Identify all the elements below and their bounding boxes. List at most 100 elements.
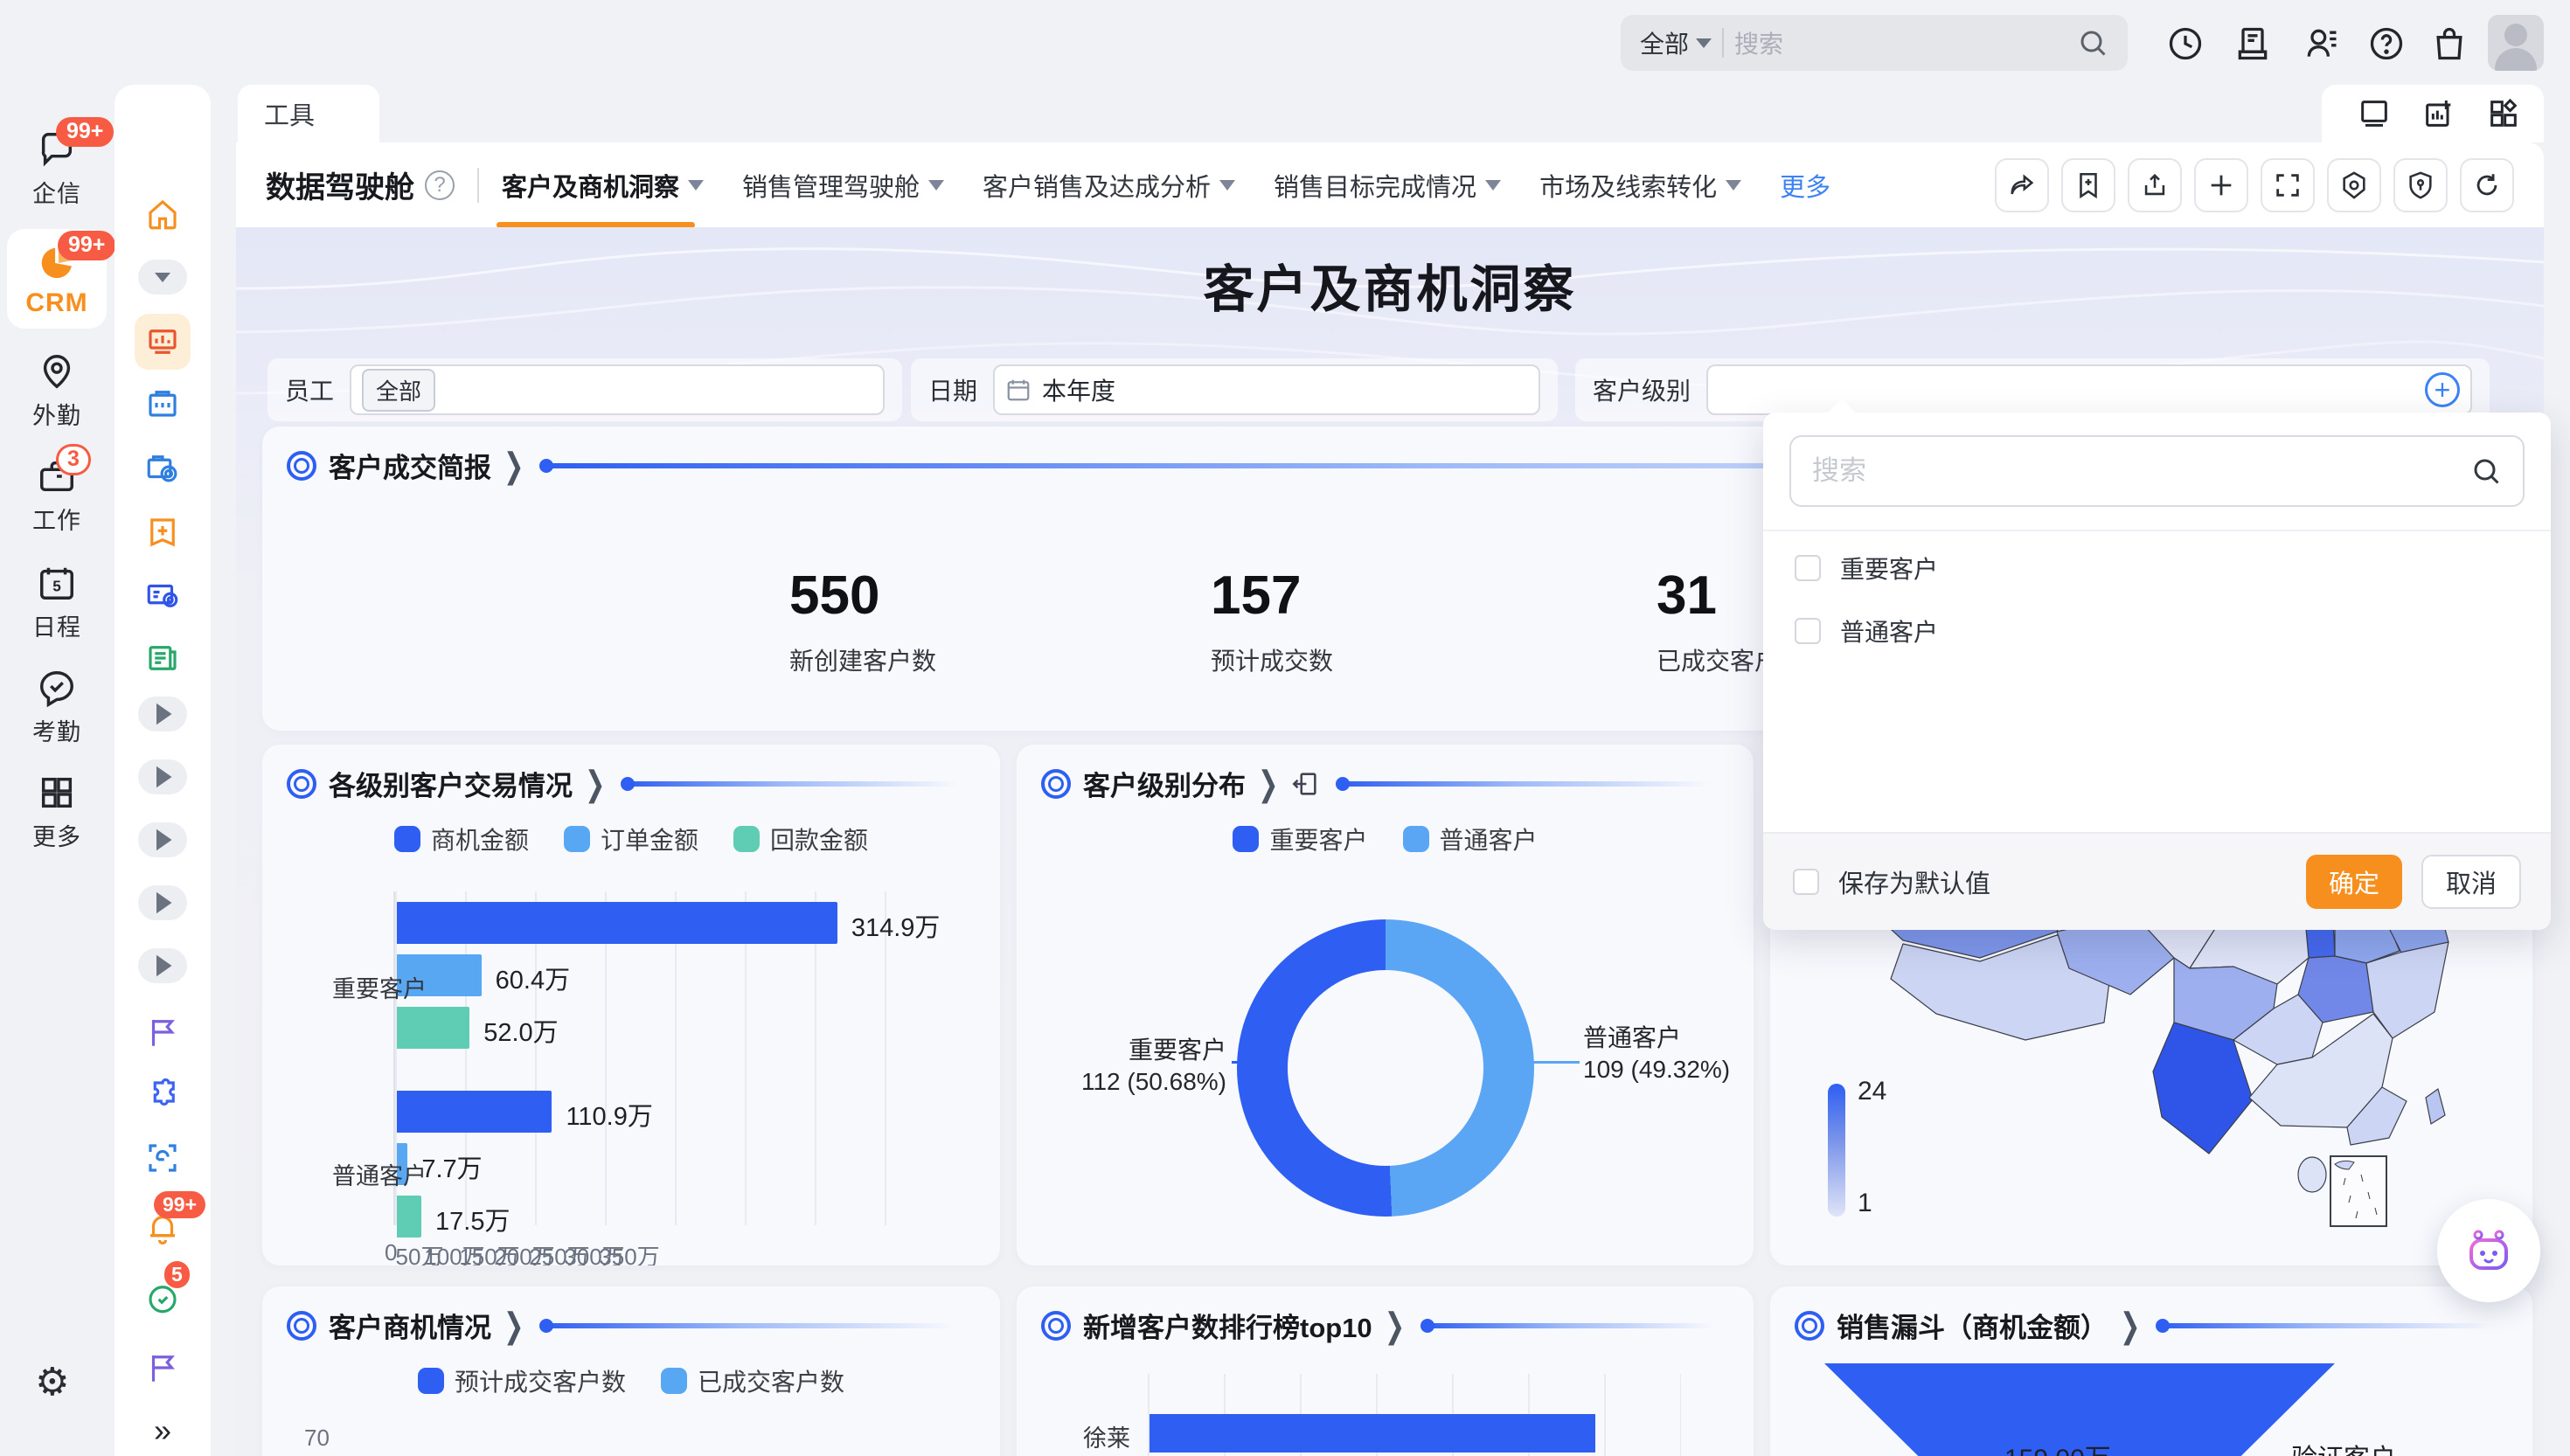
option-normal-customer[interactable]: 普通客户: [1795, 614, 1938, 648]
section-icon: [1041, 1311, 1071, 1341]
blocks-icon[interactable]: [2486, 96, 2521, 131]
plus-circle-icon[interactable]: +: [2425, 372, 2460, 407]
export-button[interactable]: [2128, 158, 2182, 212]
section-expand-arrow[interactable]: ❯: [1258, 763, 1278, 803]
chevron-down-icon[interactable]: [138, 260, 187, 295]
level-input[interactable]: +: [1706, 364, 2472, 415]
home-icon[interactable]: [142, 193, 184, 235]
donut-chart: [1237, 919, 1534, 1217]
clock-icon[interactable]: [2164, 23, 2206, 65]
tab-more[interactable]: 更多: [1780, 142, 1830, 228]
global-search[interactable]: 全部 搜索: [1621, 15, 2128, 71]
option-important-customer[interactable]: 重要客户: [1795, 551, 1938, 586]
sidebar-item-work[interactable]: 3 工作: [5, 456, 108, 536]
chart-add-icon[interactable]: [2421, 96, 2456, 131]
assistant-robot-button[interactable]: [2437, 1199, 2540, 1302]
section-expand-arrow[interactable]: ❯: [1385, 1305, 1405, 1345]
cancel-button[interactable]: 取消: [2421, 855, 2521, 909]
book-plus-icon[interactable]: [142, 511, 184, 553]
legend-item[interactable]: 已成交客户数: [661, 1363, 844, 1398]
section-expand-arrow[interactable]: ❯: [585, 763, 605, 803]
employee-input[interactable]: 全部: [350, 364, 885, 415]
help-icon[interactable]: ?: [425, 170, 455, 200]
legend-item[interactable]: 普通客户: [1403, 822, 1538, 856]
play-icon[interactable]: [138, 885, 187, 920]
flag-icon[interactable]: [142, 1347, 184, 1389]
tab-customer-insight[interactable]: 客户及商机洞察: [502, 142, 704, 228]
puzzle-icon[interactable]: [142, 1074, 184, 1116]
drill-export-icon[interactable]: [1290, 769, 1320, 799]
settings-gear-icon[interactable]: ⚙: [35, 1360, 69, 1404]
clock-check-icon[interactable]: 5: [142, 1277, 184, 1319]
contacts-icon[interactable]: [2301, 23, 2343, 65]
tab-lead-conversion[interactable]: 市场及线索转化: [1539, 142, 1741, 228]
section-expand-arrow[interactable]: ❯: [2120, 1305, 2140, 1345]
section-icon: [1795, 1311, 1824, 1341]
map-legend-min: 1: [1858, 1189, 1872, 1218]
category-label: 重要客户: [332, 970, 427, 1004]
legend-item[interactable]: 商机金额: [394, 822, 529, 856]
date-input[interactable]: 本年度: [993, 364, 1540, 415]
dropdown-search-input[interactable]: [1812, 455, 2456, 487]
collapse-icon[interactable]: »: [142, 1410, 184, 1452]
play-icon[interactable]: [138, 759, 187, 794]
legend-item[interactable]: 回款金额: [733, 822, 868, 856]
tab-sales-analysis[interactable]: 客户销售及达成分析: [983, 142, 1235, 228]
news-icon[interactable]: [142, 637, 184, 679]
sidebar-item-chat[interactable]: 99+ 企信: [5, 129, 108, 209]
building-icon[interactable]: [142, 382, 184, 424]
play-icon[interactable]: [138, 697, 187, 731]
sidebar-item-field[interactable]: 外勤: [5, 351, 108, 431]
fullscreen-button[interactable]: [2261, 158, 2315, 212]
help-icon[interactable]: [2365, 23, 2407, 65]
play-icon[interactable]: [138, 948, 187, 983]
bag-icon[interactable]: [2428, 23, 2470, 65]
security-button[interactable]: [2393, 158, 2448, 212]
donut-label-important: 重要客户112 (50.68%): [1052, 1035, 1226, 1099]
flag-icon[interactable]: [142, 1011, 184, 1053]
tab-tools[interactable]: 工具: [238, 85, 379, 142]
scan-icon[interactable]: [142, 1137, 184, 1179]
card-eye-icon[interactable]: [142, 574, 184, 616]
section-expand-arrow[interactable]: ❯: [504, 445, 524, 485]
share-button[interactable]: [1995, 158, 2049, 212]
add-button[interactable]: [2194, 158, 2248, 212]
chevron-down-icon: [928, 180, 944, 191]
section-divider-line: [624, 781, 976, 787]
sidebar-item-more[interactable]: 更多: [5, 773, 108, 852]
refresh-button[interactable]: [2460, 158, 2514, 212]
save-default-checkbox[interactable]: [1793, 869, 1819, 895]
briefcase-camera-icon[interactable]: [142, 447, 184, 489]
chart-panel-level-transactions: 各级别客户交易情况 ❯ 商机金额 订单金额 回款金额 314.9万 60.4万 …: [262, 745, 1000, 1265]
search-icon[interactable]: [2077, 27, 2108, 59]
bookmark-add-button[interactable]: [2061, 158, 2115, 212]
sidebar-item-schedule[interactable]: 5 日程: [5, 563, 108, 642]
tab-sales-cockpit[interactable]: 销售管理驾驶舱: [742, 142, 944, 228]
employee-chip[interactable]: 全部: [362, 369, 435, 412]
sidebar-item-crm[interactable]: 99+ CRM: [7, 229, 107, 329]
checkbox[interactable]: [1795, 618, 1821, 644]
section-icon: [287, 451, 316, 481]
dropdown-search[interactable]: [1789, 435, 2525, 507]
monitor-icon[interactable]: [2357, 96, 2392, 131]
chevron-down-icon: [1696, 38, 1712, 48]
legend-item[interactable]: 预计成交客户数: [418, 1363, 626, 1398]
search-scope-select[interactable]: 全部: [1640, 25, 1712, 60]
checkbox[interactable]: [1795, 555, 1821, 581]
play-icon[interactable]: [138, 822, 187, 857]
legend-item[interactable]: 重要客户: [1233, 822, 1367, 856]
dashboard-icon[interactable]: [135, 314, 191, 370]
search-icon[interactable]: [2470, 455, 2502, 487]
section-expand-arrow[interactable]: ❯: [504, 1305, 524, 1345]
confirm-button[interactable]: 确定: [2306, 855, 2402, 909]
bar-important-opportunity: [397, 902, 837, 944]
avatar[interactable]: [2488, 15, 2544, 71]
chart-panel-sales-funnel: 销售漏斗（商机金额） ❯ 159.00万 验证客户: [1770, 1286, 2532, 1456]
tab-target-progress[interactable]: 销售目标完成情况: [1274, 142, 1501, 228]
sidebar-item-attendance[interactable]: 考勤: [5, 668, 108, 747]
svg-text:5: 5: [52, 578, 61, 595]
settings-button[interactable]: [2327, 158, 2381, 212]
legend-item[interactable]: 订单金额: [564, 822, 698, 856]
bell-icon[interactable]: 99+: [142, 1207, 184, 1249]
kiosk-icon[interactable]: [2232, 23, 2274, 65]
